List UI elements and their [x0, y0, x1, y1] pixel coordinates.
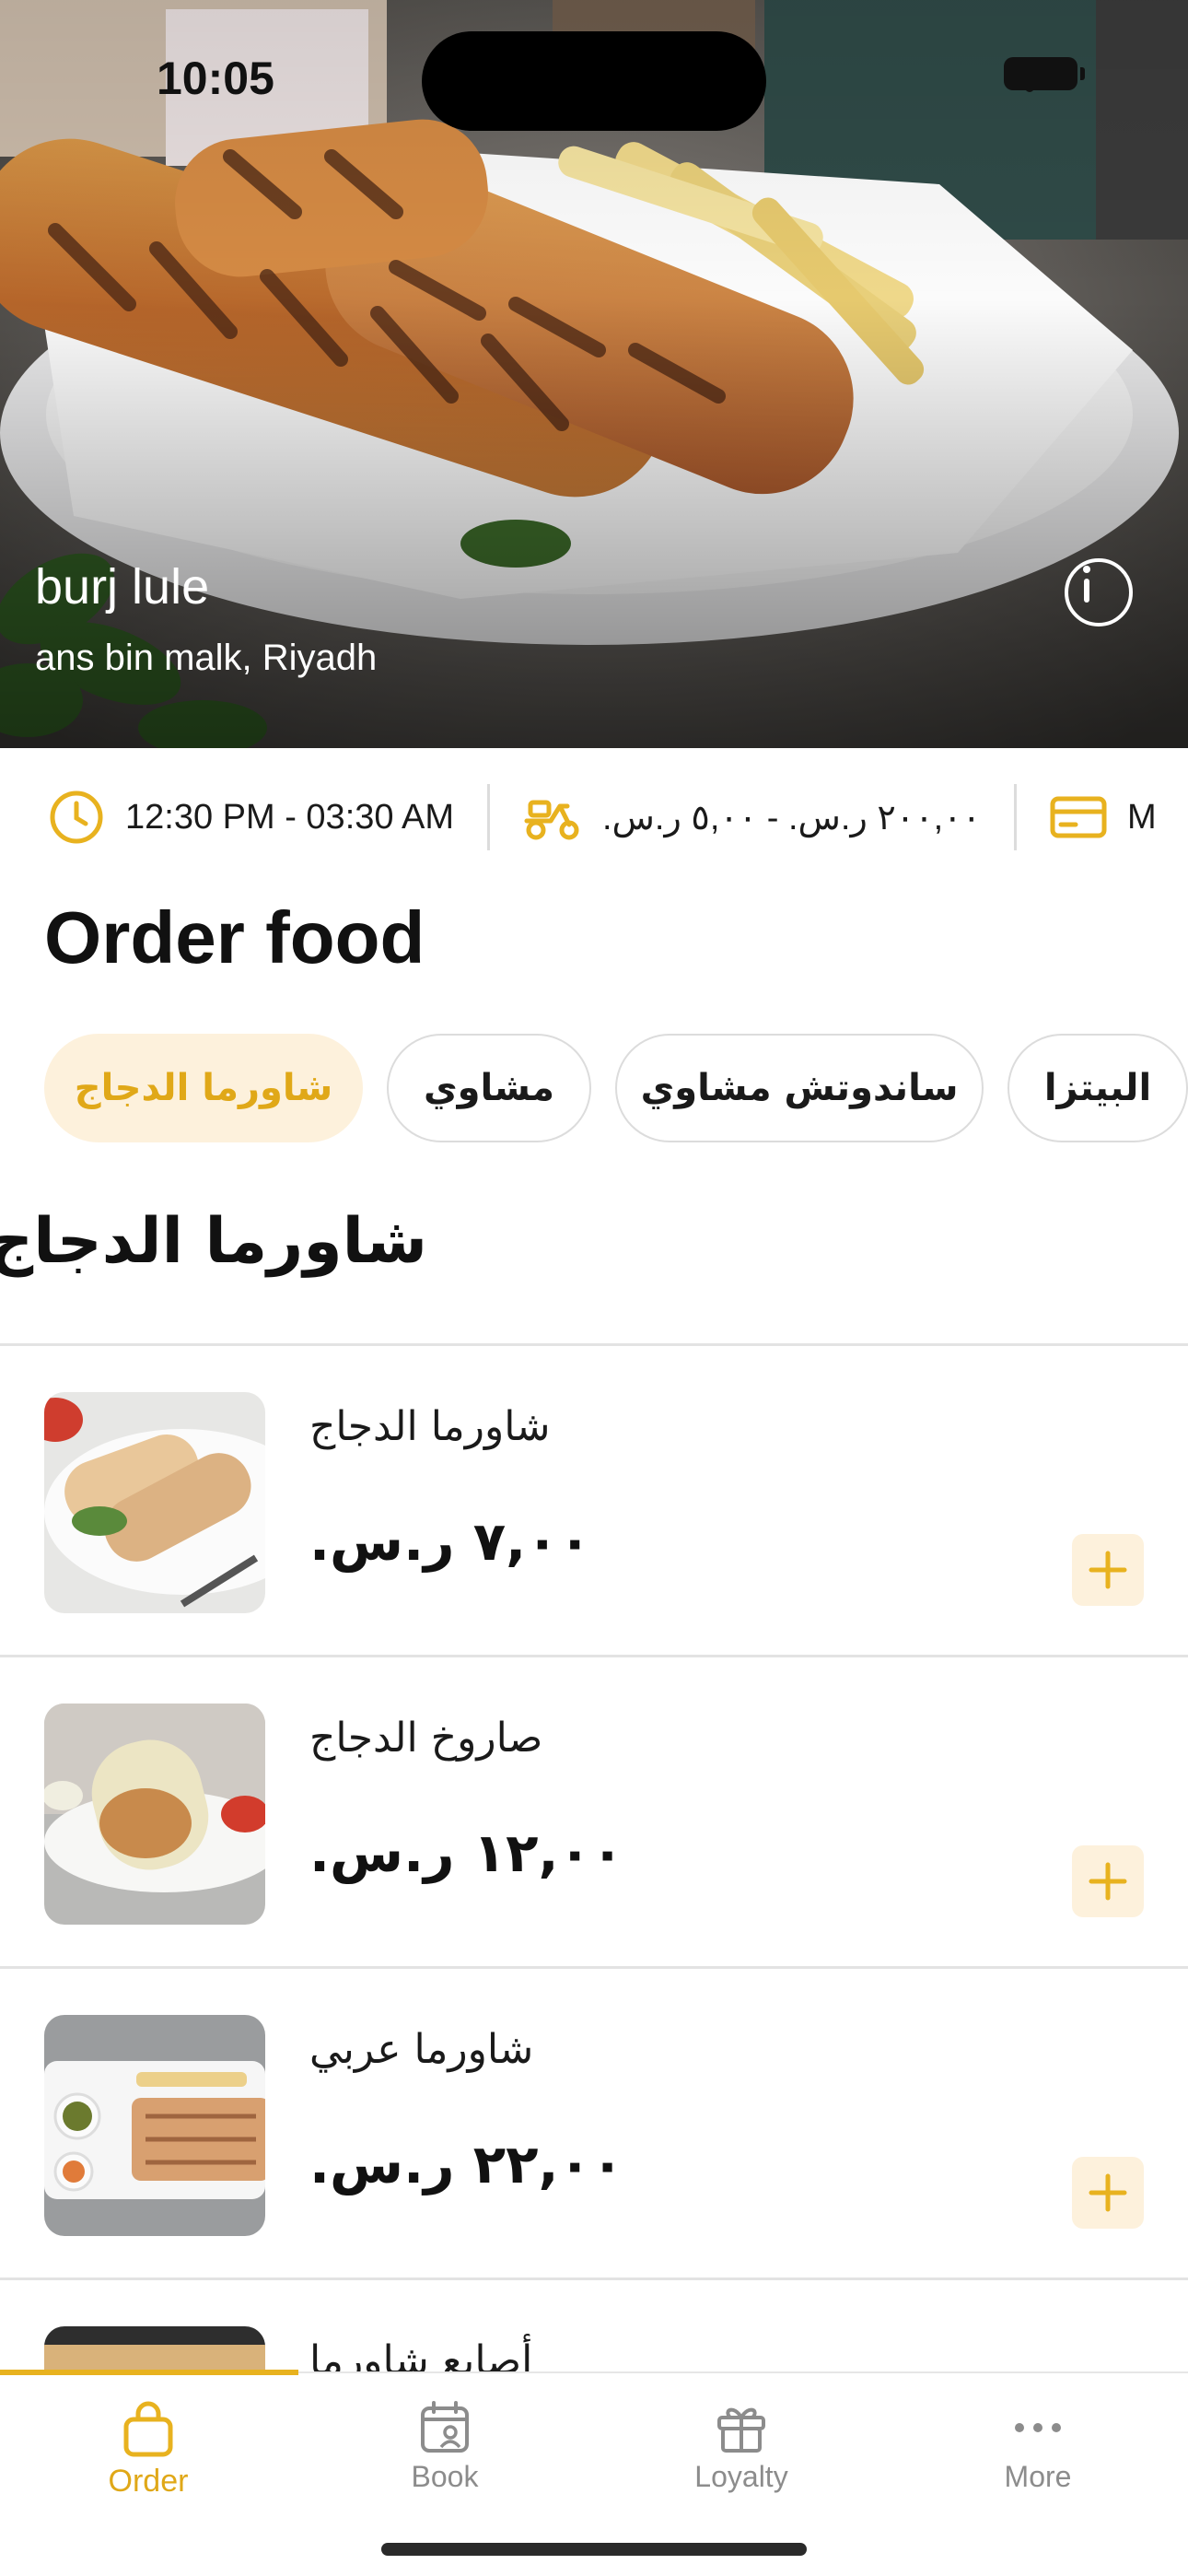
divider — [1014, 784, 1017, 850]
item-price: ٧,٠٠ ر.س. — [309, 1510, 591, 1573]
hero-image: 10:05 burj lule ans bin malk, Riyadh — [0, 0, 1188, 748]
category-label: شاورما الدجاج — [74, 1067, 333, 1109]
add-button[interactable] — [1072, 2157, 1144, 2229]
delivery-fee-item: ٢٠٠,٠٠ ر.س. - ٥,٠٠ ر.س. — [523, 793, 981, 841]
payment-item: M — [1050, 795, 1157, 839]
hours-text: 12:30 PM - 03:30 AM — [125, 797, 454, 837]
menu-item[interactable]: شاورما عربي ٢٢,٠٠ ر.س. — [0, 1969, 1188, 2280]
item-price: ١٢,٠٠ ر.س. — [309, 1821, 624, 1884]
category-label: ساندوتش مشاوي — [640, 1067, 959, 1109]
gift-icon — [717, 2407, 765, 2453]
info-button[interactable] — [1065, 558, 1133, 626]
category-chip[interactable]: شاورما الدجاج — [44, 1034, 363, 1142]
item-image — [44, 1392, 265, 1613]
category-label: البيتزا — [1043, 1067, 1152, 1109]
card-icon — [1050, 796, 1107, 838]
tab-loyalty[interactable]: Loyalty — [593, 2401, 890, 2512]
category-chip[interactable]: ساندوتش مشاوي — [615, 1034, 984, 1142]
restaurant-address: ans bin malk, Riyadh — [35, 638, 378, 678]
menu-item[interactable]: صاروخ الدجاج ١٢,٠٠ ر.س. — [0, 1657, 1188, 1969]
tab-more[interactable]: More — [890, 2401, 1186, 2512]
home-indicator — [381, 2543, 807, 2556]
active-tab-indicator — [0, 2370, 298, 2375]
category-label: مشاوي — [424, 1067, 555, 1109]
info-strip: 12:30 PM - 03:30 AM ٢٠٠,٠٠ ر.س. - ٥,٠٠ ر… — [0, 748, 1188, 886]
section-title: شاورما الدجاج — [0, 1205, 427, 1278]
add-button[interactable] — [1072, 1845, 1144, 1917]
menu-item[interactable]: شاورما الدجاج ٧,٠٠ ر.س. — [0, 1346, 1188, 1657]
item-image — [44, 1704, 265, 1925]
tab-label: Order — [108, 2464, 189, 2499]
item-name: شاورما الدجاج — [309, 1403, 551, 1450]
item-image — [44, 2015, 265, 2236]
tab-book[interactable]: Book — [297, 2401, 593, 2512]
divider — [486, 784, 490, 850]
hours-item: 12:30 PM - 03:30 AM — [48, 789, 454, 846]
calendar-icon — [421, 2401, 469, 2453]
clock-icon — [50, 790, 103, 844]
info-icon — [1083, 566, 1090, 603]
tab-label: Book — [411, 2460, 479, 2493]
scooter-icon — [524, 800, 579, 840]
plus-icon — [1089, 2173, 1127, 2212]
item-price: ٢٢,٠٠ ر.س. — [309, 2133, 624, 2195]
category-tabs: شاورما الدجاج مشاوي ساندوتش مشاوي البيتز… — [44, 1034, 1188, 1144]
tab-order[interactable]: Order — [0, 2401, 297, 2512]
dynamic-island — [422, 31, 766, 131]
payment-text: M — [1127, 797, 1157, 837]
battery-icon — [1004, 57, 1085, 90]
item-name: صاروخ الدجاج — [309, 1715, 543, 1762]
add-button[interactable] — [1072, 1534, 1144, 1606]
plus-icon — [1089, 1551, 1127, 1589]
app-screen: 10:05 burj lule ans bin malk, Riyadh 12:… — [0, 0, 1188, 2576]
status-icons — [1004, 57, 1085, 92]
delivery-fee-text: ٢٠٠,٠٠ ر.س. - ٥,٠٠ ر.س. — [601, 798, 981, 837]
bag-icon — [123, 2401, 173, 2457]
category-chip[interactable]: مشاوي — [387, 1034, 591, 1142]
tab-label: More — [1004, 2460, 1072, 2493]
more-dots-icon — [1015, 2423, 1061, 2432]
category-chip[interactable]: البيتزا — [1007, 1034, 1188, 1142]
status-time: 10:05 — [157, 53, 274, 104]
restaurant-name: burj lule — [35, 559, 210, 615]
plus-icon — [1089, 1862, 1127, 1901]
item-name: شاورما عربي — [309, 2026, 534, 2073]
tab-label: Loyalty — [694, 2460, 788, 2493]
page-title: Order food — [44, 896, 425, 978]
